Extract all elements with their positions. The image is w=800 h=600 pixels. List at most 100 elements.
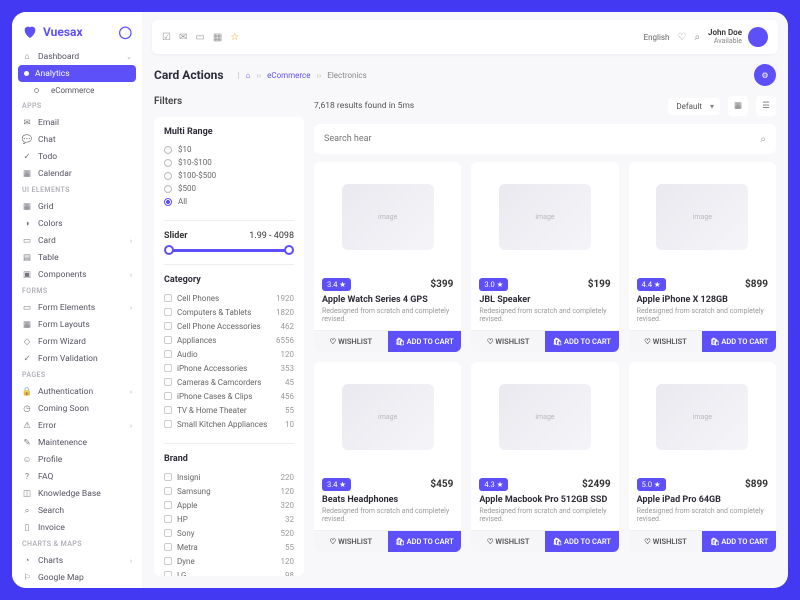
add-to-cart-button[interactable]: 🛍 ADD TO CART — [545, 531, 619, 552]
brand-logo[interactable]: Vuesax ◯ — [12, 20, 142, 48]
product-image[interactable]: image — [629, 362, 776, 472]
product-name[interactable]: Beats Headphones — [322, 495, 453, 505]
product-image[interactable]: image — [471, 162, 618, 272]
product-name[interactable]: JBL Speaker — [479, 295, 610, 305]
nav-profile[interactable]: ☺Profile — [12, 451, 142, 468]
check-icon: ✓ — [22, 354, 32, 364]
bell-icon[interactable]: ♡ — [677, 32, 686, 43]
range-option[interactable]: $10-$100 — [164, 156, 294, 169]
crumb-ecommerce[interactable]: eCommerce — [267, 71, 310, 80]
filter-checkbox-row[interactable]: Audio120 — [164, 347, 294, 361]
filter-checkbox-row[interactable]: Sony520 — [164, 526, 294, 540]
filter-checkbox-row[interactable]: Metra55 — [164, 540, 294, 554]
mail-icon[interactable]: ▭ — [195, 32, 204, 43]
range-option[interactable]: $500 — [164, 182, 294, 195]
nav-grid[interactable]: ▦Grid — [12, 198, 142, 215]
add-to-cart-button[interactable]: 🛍 ADD TO CART — [702, 531, 776, 552]
filter-checkbox-row[interactable]: Samsung120 — [164, 484, 294, 498]
filter-checkbox-row[interactable]: Cell Phones1920 — [164, 291, 294, 305]
filter-checkbox-row[interactable]: Small Kitchen Appliances10 — [164, 417, 294, 431]
product-image[interactable]: image — [471, 362, 618, 472]
nav-email[interactable]: ✉Email — [12, 114, 142, 131]
product-name[interactable]: Apple iPad Pro 64GB — [637, 495, 768, 505]
range-option[interactable]: $100-$500 — [164, 169, 294, 182]
wishlist-button[interactable]: ♡ WISHLIST — [471, 331, 545, 352]
product-card: image4.3 ★$2499Apple Macbook Pro 512GB S… — [471, 362, 618, 552]
filter-checkbox-row[interactable]: Dyne120 — [164, 554, 294, 568]
slider-thumb-min[interactable] — [164, 245, 174, 255]
product-name[interactable]: Apple Macbook Pro 512GB SSD — [479, 495, 610, 505]
range-option[interactable]: All — [164, 195, 294, 208]
filter-checkbox-row[interactable]: iPhone Accessories353 — [164, 361, 294, 375]
check-square-icon[interactable]: ☑ — [162, 32, 171, 43]
nav-error[interactable]: ⚠Error› — [12, 417, 142, 434]
filter-checkbox-row[interactable]: Computers & Tablets1820 — [164, 305, 294, 319]
range-option[interactable]: $10 — [164, 143, 294, 156]
language-selector[interactable]: English — [644, 33, 670, 42]
nav-colors[interactable]: ◑Colors — [12, 215, 142, 232]
product-image[interactable]: image — [314, 362, 461, 472]
product-name[interactable]: Apple iPhone X 128GB — [637, 295, 768, 305]
price-slider[interactable] — [167, 249, 291, 252]
wishlist-button[interactable]: ♡ WISHLIST — [629, 331, 703, 352]
product-image[interactable]: image — [314, 162, 461, 272]
wishlist-button[interactable]: ♡ WISHLIST — [629, 531, 703, 552]
calendar-icon[interactable]: ▦ — [213, 32, 222, 43]
filter-checkbox-row[interactable]: iPhone Cases & Clips456 — [164, 389, 294, 403]
wishlist-button[interactable]: ♡ WISHLIST — [314, 331, 388, 352]
product-image[interactable]: image — [629, 162, 776, 272]
add-to-cart-button[interactable]: 🛍 ADD TO CART — [702, 331, 776, 352]
slider-thumb-max[interactable] — [284, 245, 294, 255]
add-to-cart-button[interactable]: 🛍 ADD TO CART — [388, 531, 462, 552]
filter-checkbox-row[interactable]: LG98 — [164, 568, 294, 576]
nav-kb[interactable]: ◫Knowledge Base — [12, 485, 142, 502]
filter-checkbox-row[interactable]: HP32 — [164, 512, 294, 526]
search-top-icon[interactable]: ⌕ — [694, 32, 700, 43]
filter-checkbox-row[interactable]: Apple320 — [164, 498, 294, 512]
nav-ecommerce[interactable]: eCommerce — [12, 82, 142, 98]
nav-calendar[interactable]: ▦Calendar — [12, 165, 142, 182]
nav-search[interactable]: ⌕Search — [12, 502, 142, 519]
add-to-cart-button[interactable]: 🛍 ADD TO CART — [545, 331, 619, 352]
nav-coming[interactable]: ◷Coming Soon — [12, 400, 142, 417]
product-card: image3.4 ★$459Beats HeadphonesRedesigned… — [314, 362, 461, 552]
nav-form-validation[interactable]: ✓Form Validation — [12, 350, 142, 367]
nav-form-layouts[interactable]: ▦Form Layouts — [12, 316, 142, 333]
user-menu[interactable]: John DoeAvailable — [708, 27, 768, 47]
settings-button[interactable]: ⚙ — [754, 64, 776, 86]
nav-gmap[interactable]: ⚐Google Map — [12, 569, 142, 586]
filter-checkbox-row[interactable]: Cameras & Camcorders45 — [164, 375, 294, 389]
nav-form-elements[interactable]: ▭Form Elements› — [12, 299, 142, 316]
nav-analytics[interactable]: Analytics — [18, 65, 136, 82]
nav-charts[interactable]: ◔Charts› — [12, 552, 142, 569]
list-view-button[interactable]: ☰ — [756, 96, 776, 116]
card-icon: ▭ — [22, 236, 32, 246]
search-input[interactable] — [324, 134, 760, 144]
filter-checkbox-row[interactable]: Cell Phone Accessories462 — [164, 319, 294, 333]
wishlist-button[interactable]: ♡ WISHLIST — [471, 531, 545, 552]
nav-table[interactable]: ▤Table — [12, 249, 142, 266]
sort-dropdown[interactable]: Default — [668, 98, 720, 115]
nav-components[interactable]: ▣Components› — [12, 266, 142, 283]
message-icon[interactable]: ✉ — [179, 32, 187, 43]
nav-chat[interactable]: 💬Chat — [12, 131, 142, 148]
filter-checkbox-row[interactable]: Appliances6556 — [164, 333, 294, 347]
nav-card[interactable]: ▭Card› — [12, 232, 142, 249]
home-crumb-icon[interactable]: ⌂ — [245, 71, 250, 80]
nav-maint[interactable]: ✎Maintenence — [12, 434, 142, 451]
add-to-cart-button[interactable]: 🛍 ADD TO CART — [388, 331, 462, 352]
nav-faq[interactable]: ?FAQ — [12, 468, 142, 485]
nav-invoice[interactable]: ▯Invoice — [12, 519, 142, 536]
nav-auth[interactable]: 🔒Authentication› — [12, 383, 142, 400]
nav-form-wizard[interactable]: ◇Form Wizard — [12, 333, 142, 350]
star-icon[interactable]: ☆ — [230, 32, 239, 43]
nav-dashboard[interactable]: ⌂Dashboard⌄ — [12, 48, 142, 65]
filter-checkbox-row[interactable]: Insigni220 — [164, 470, 294, 484]
search-icon[interactable]: ⌕ — [760, 134, 766, 145]
product-name[interactable]: Apple Watch Series 4 GPS — [322, 295, 453, 305]
wishlist-button[interactable]: ♡ WISHLIST — [314, 531, 388, 552]
filter-checkbox-row[interactable]: TV & Home Theater55 — [164, 403, 294, 417]
book-icon: ◫ — [22, 489, 32, 499]
nav-todo[interactable]: ✓Todo — [12, 148, 142, 165]
grid-view-button[interactable]: ▦ — [728, 96, 748, 116]
